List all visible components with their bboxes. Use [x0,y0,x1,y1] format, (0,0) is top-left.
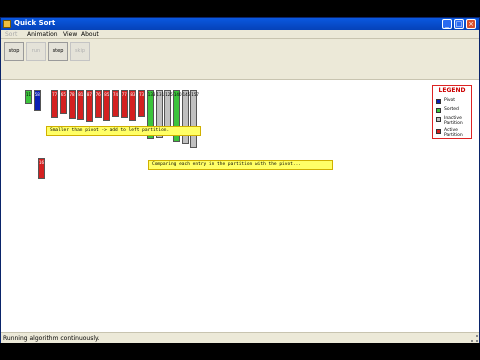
app-icon [3,20,11,28]
bar-value: 76 [95,92,101,97]
bar-value: 73 [139,92,145,97]
sorted-swatch [436,108,441,113]
resize-grip[interactable] [471,335,478,342]
run-button[interactable]: run [26,42,46,61]
bar-value: 125 [165,92,173,97]
bar-value: 85 [104,92,110,97]
close-button[interactable]: × [466,19,476,29]
bar-active: 85 [103,90,111,121]
window-title: Quick Sort [14,19,56,27]
bar-active: 87 [85,90,93,122]
bar-sorted: 11 [25,90,32,104]
status-bar: Running algorithm continuously. [1,332,479,343]
pivot-swatch [436,99,441,104]
bar-value: 58 [34,92,40,97]
step-button[interactable]: step [48,42,68,61]
active-swatch [436,129,441,134]
legend: LEGEND Pivot Sorted Inactive Partition A… [432,85,472,139]
app-window: Quick Sort _ □ × Sort Animation View Abo… [0,17,480,343]
sort-canvas: 11 58 77 65 78 81 87 76 85 74 77 83 73 133 131 125 140 14… [1,80,479,332]
bar-pivot: 58 [33,90,41,111]
bar-value: 83 [130,92,136,97]
legend-label-active: Active Partition [444,128,463,138]
bar-value: 74 [113,92,119,97]
minimize-button[interactable]: _ [442,19,452,29]
bar-value: 11 [26,92,32,97]
maximize-button[interactable]: □ [454,19,464,29]
bar-value: 133 [147,92,156,97]
legend-label-sorted: Sorted [444,107,459,112]
bar-value: 131 [156,92,165,97]
bar-value: 87 [86,92,92,97]
bar-value: 65 [60,92,66,97]
legend-item-inactive: Inactive Partition [436,116,472,126]
bar-value: 157 [191,92,199,97]
bar-active: 77 [120,90,128,118]
menu-sort[interactable]: Sort [5,31,17,38]
menu-view[interactable]: View [63,31,77,38]
legend-label-pivot: Pivot [444,98,456,103]
bar-active: 83 [129,90,137,121]
bar-active: 73 [138,90,146,117]
bar-active: 81 [77,90,85,120]
title-bar[interactable]: Quick Sort _ □ × [1,18,479,30]
left-partition-callout: Smaller than pivot -> add to left partit… [46,126,201,136]
inactive-swatch [436,117,441,122]
floating-bar-value: 16 [39,160,45,165]
menu-about[interactable]: About [81,31,99,38]
menu-animation[interactable]: Animation [27,31,58,38]
bar-active: 65 [59,90,67,114]
skip-button[interactable]: skip [70,42,90,61]
bar-value: 77 [52,92,58,97]
floating-bar: 16 [38,158,45,179]
bar-active: 78 [68,90,76,119]
bar-value: 145 [182,92,191,97]
legend-title: LEGEND [438,87,466,94]
legend-item-active: Active Partition [436,128,472,138]
bar-value: 140 [173,92,182,97]
menu-bar: Sort Animation View About [1,30,479,39]
legend-label-inactive: Inactive Partition [444,116,463,126]
bar-inactive: 157 [190,90,199,148]
toolbar: stop run step skip [1,39,479,80]
bar-active: 74 [112,90,119,117]
status-text: Running algorithm continuously. [3,335,100,342]
stop-button[interactable]: stop [4,42,24,61]
bar-active: 77 [51,90,59,118]
comparison-callout: Comparing each entry in the partition wi… [148,160,333,170]
bar-value: 81 [78,92,84,97]
bar-value: 78 [69,92,75,97]
bar-active: 76 [94,90,102,118]
bar-value: 77 [121,92,127,97]
